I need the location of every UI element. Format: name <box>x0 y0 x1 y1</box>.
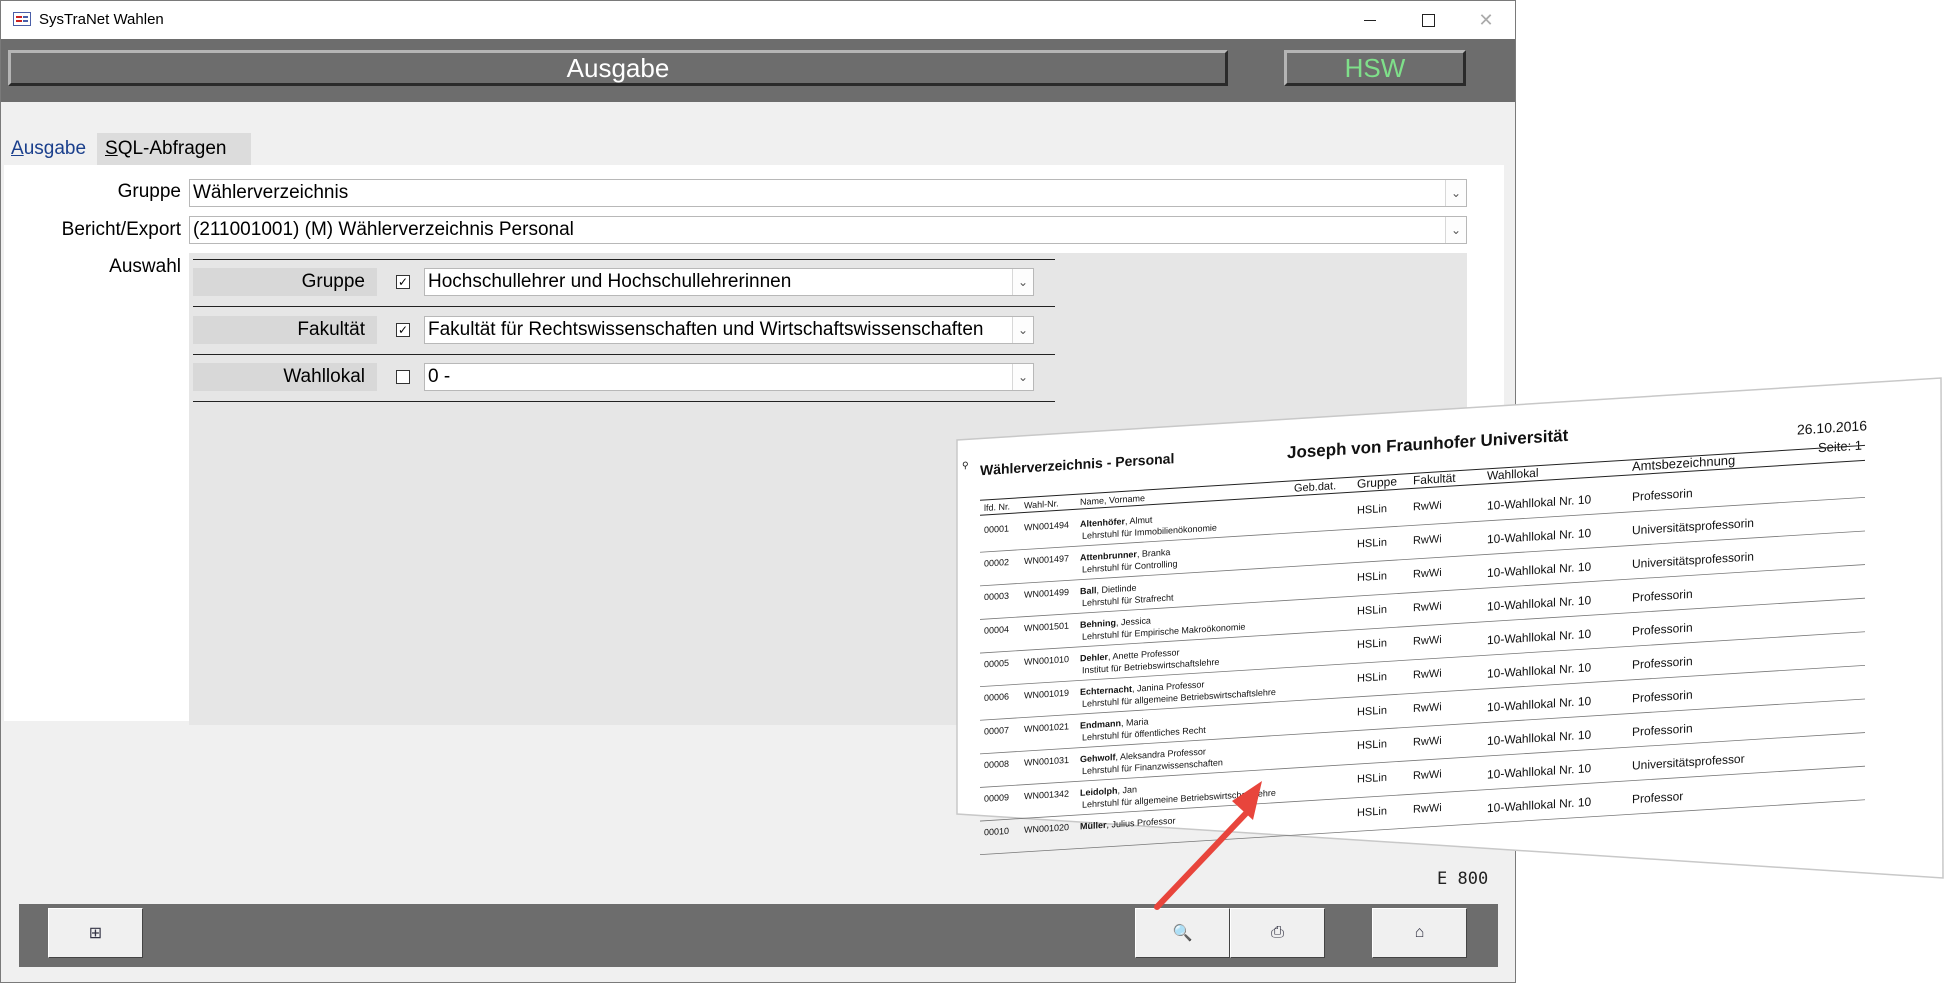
maximize-button[interactable] <box>1399 1 1457 39</box>
chevron-down-icon[interactable]: ⌄ <box>1012 269 1033 295</box>
page-title: Ausgabe <box>8 50 1228 86</box>
row-divider <box>193 306 1055 307</box>
report-cell-amt: Professorin <box>1632 721 1693 739</box>
wahllokal-checkbox[interactable] <box>396 370 410 384</box>
tab-sql-label: QL-Abfragen <box>117 138 227 159</box>
wahllokal-filter-value: 0 - <box>428 366 451 387</box>
col-amt: Amtsbezeichnung <box>1632 452 1735 473</box>
auswahl-label: Auswahl <box>109 256 181 277</box>
tab-ausgabe-label: usgabe <box>23 138 87 159</box>
chevron-down-icon[interactable]: ⌄ <box>1012 317 1033 343</box>
report-cell-amt: Universitätsprofessorin <box>1632 549 1754 571</box>
report-page-number: Seite: 1 <box>1818 438 1862 456</box>
footer-toolbar: ⊞ 🔍 ⎙ ⌂ <box>19 904 1498 967</box>
home-icon: ⌂ <box>1414 924 1425 941</box>
tab-sql-abfragen[interactable]: SQL-Abfragen <box>97 133 251 165</box>
gruppe-filter-combo[interactable]: Hochschullehrer und Hochschullehrerinnen… <box>424 268 1034 296</box>
report-cell-amt: Professor <box>1632 789 1683 806</box>
hsw-badge[interactable]: HSW <box>1284 50 1466 86</box>
print-preview-button[interactable]: 🔍 <box>1135 908 1230 958</box>
chevron-down-icon[interactable]: ⌄ <box>1012 364 1033 390</box>
bericht-export-label: Bericht/Export <box>61 219 181 240</box>
close-button[interactable]: ✕ <box>1457 1 1515 39</box>
tab-ausgabe-mnemonic: A <box>11 138 24 159</box>
chevron-down-icon[interactable]: ⌄ <box>1445 217 1466 243</box>
report-cell-amt: Professorin <box>1632 654 1693 672</box>
row-divider <box>193 354 1055 355</box>
row-gruppe-label: Gruppe <box>193 268 377 296</box>
window-title: SysTraNet Wahlen <box>39 11 164 28</box>
tab-ausgabe[interactable]: Ausgabe <box>3 133 95 165</box>
sitemap-icon: ⊞ <box>88 925 103 942</box>
row-fakultaet-label: Fakultät <box>193 316 377 344</box>
fakultaet-filter-combo[interactable]: Fakultät für Rechtswissenschaften und Wi… <box>424 316 1034 344</box>
structure-button[interactable]: ⊞ <box>48 908 143 958</box>
gruppe-label: Gruppe <box>117 181 181 202</box>
maximize-icon <box>1421 13 1435 27</box>
gruppe-checkbox[interactable]: ✓ <box>396 275 410 289</box>
title-bar[interactable]: SysTraNet Wahlen ✕ <box>1 1 1515 39</box>
printer-icon: ⎙ <box>1271 924 1284 941</box>
row-wahllokal-label: Wahllokal <box>193 363 377 391</box>
print-button[interactable]: ⎙ <box>1230 908 1325 958</box>
header-bar: Ausgabe HSW <box>1 39 1515 102</box>
form-code: E 800 <box>1437 869 1489 889</box>
application-window: SysTraNet Wahlen ✕ Ausgabe HSW Ausgabe S… <box>0 0 1516 983</box>
gruppe-value: Wählerverzeichnis <box>193 182 349 203</box>
report-cell-amt: Professorin <box>1632 587 1693 605</box>
bericht-export-value: (211001001) (M) Wählerverzeichnis Person… <box>193 219 574 240</box>
report-cell-amt: Professorin <box>1632 486 1693 504</box>
gruppe-filter-value: Hochschullehrer und Hochschullehrerinnen <box>428 271 792 292</box>
wahllokal-filter-combo[interactable]: 0 - ⌄ <box>424 363 1034 391</box>
report-cell-amt: Universitätsprofessor <box>1632 752 1745 773</box>
chevron-down-icon[interactable]: ⌄ <box>1445 180 1466 206</box>
minimize-button[interactable] <box>1341 1 1399 39</box>
print-preview-icon: 🔍 <box>1172 925 1193 942</box>
report-cell-amt: Professorin <box>1632 620 1693 638</box>
report-cell-amt: Professorin <box>1632 688 1693 706</box>
fakultaet-checkbox[interactable]: ✓ <box>396 323 410 337</box>
app-icon <box>13 12 31 26</box>
minimize-icon <box>1364 19 1376 21</box>
home-button[interactable]: ⌂ <box>1372 908 1467 958</box>
gruppe-combo[interactable]: Wählerverzeichnis ⌄ <box>189 179 1467 207</box>
row-divider <box>193 259 1055 260</box>
fakultaet-filter-value: Fakultät für Rechtswissenschaften und Wi… <box>428 319 984 340</box>
row-divider <box>193 401 1055 402</box>
report-date: 26.10.2016 <box>1797 417 1867 437</box>
bericht-export-combo[interactable]: (211001001) (M) Wählerverzeichnis Person… <box>189 216 1467 244</box>
tab-sql-mnemonic: S <box>105 138 118 159</box>
report-cell-amt: Universitätsprofessorin <box>1632 516 1754 538</box>
